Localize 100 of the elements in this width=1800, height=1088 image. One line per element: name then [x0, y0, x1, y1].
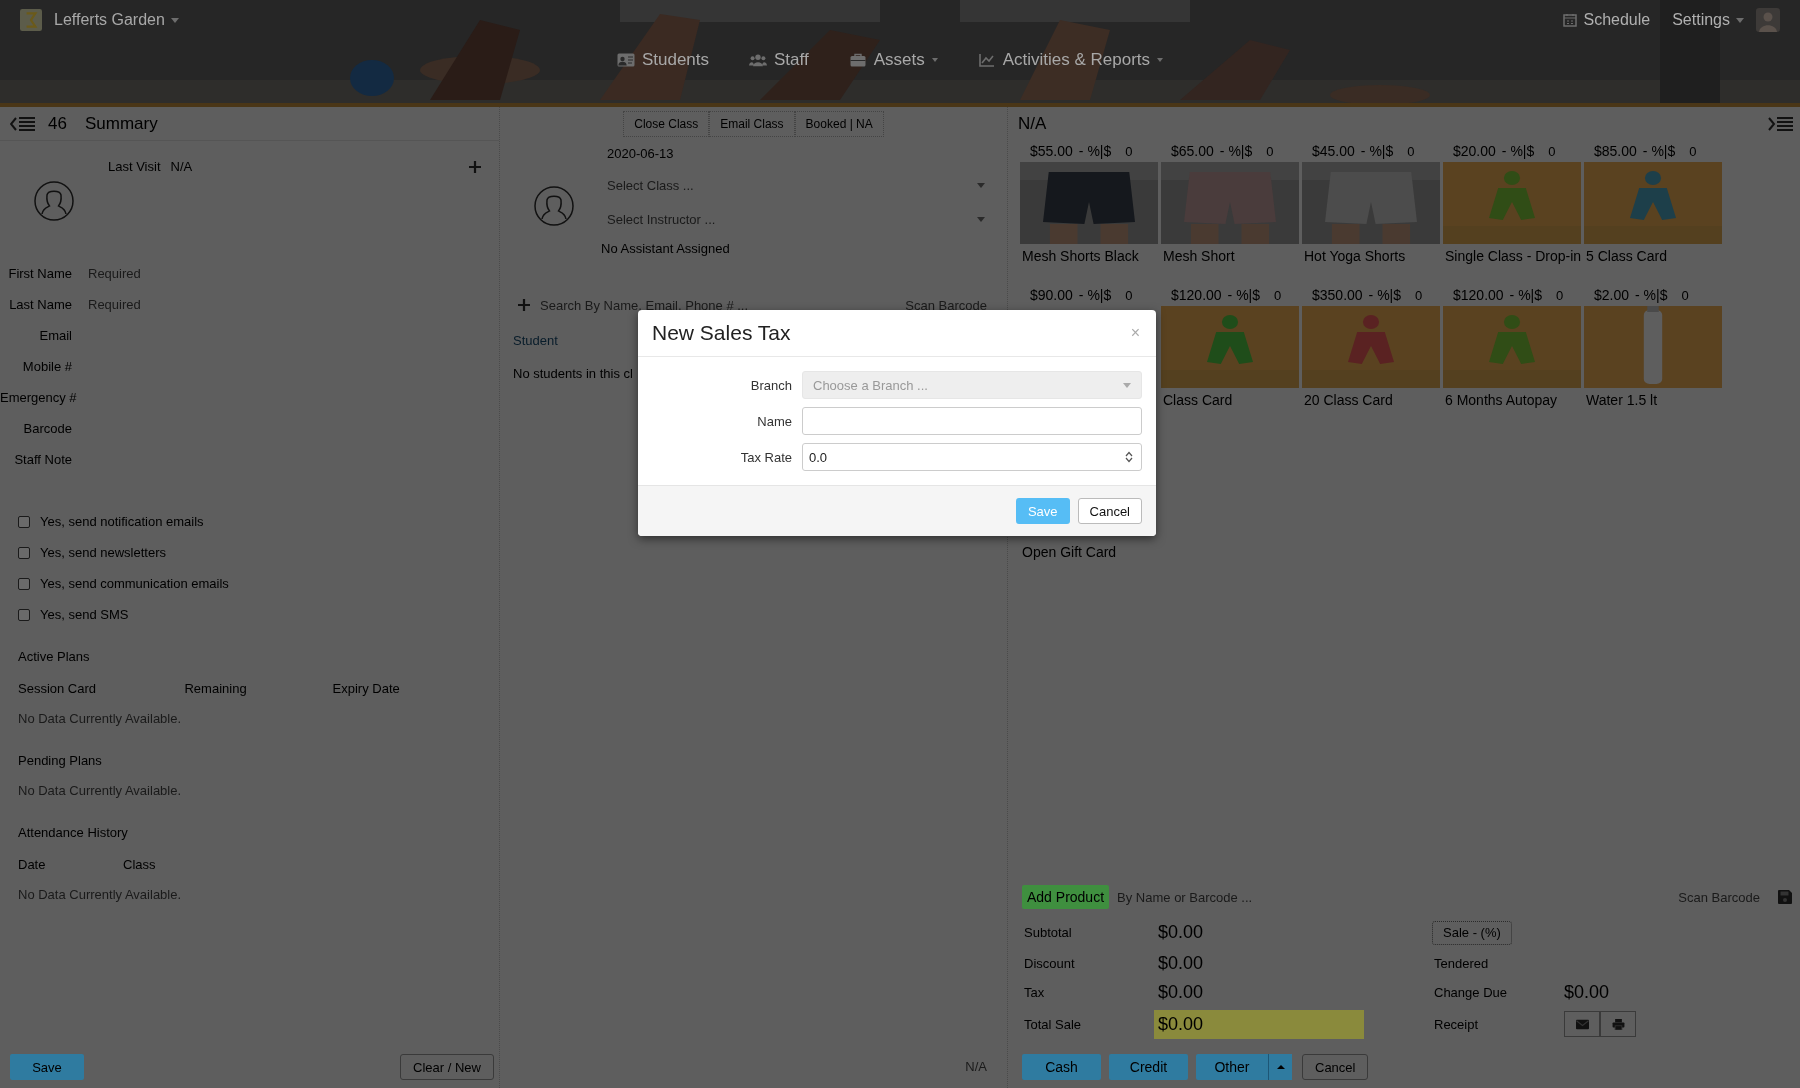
product-price: $20.00 [1453, 143, 1496, 159]
instructor-select[interactable]: Select Instructor ... [607, 202, 987, 236]
discount-toggle[interactable]: - %|$ [1219, 143, 1253, 159]
field-label: Barcode [22, 421, 73, 436]
text-field[interactable]: Required [88, 262, 208, 285]
cash-button[interactable]: Cash [1022, 1054, 1101, 1080]
credit-button[interactable]: Credit [1109, 1054, 1188, 1080]
class-date: 2020-06-13 [607, 145, 675, 163]
envelope-icon [1575, 1018, 1589, 1030]
discount-toggle[interactable]: - %|$ [1227, 287, 1261, 303]
settings-menu[interactable]: Settings [1672, 11, 1730, 29]
add-product-button[interactable]: Add Product [1022, 885, 1110, 909]
checkbox[interactable] [18, 608, 30, 621]
option-label: Yes, send newsletters [40, 545, 166, 560]
product-name: Hot Yoga Shorts [1303, 247, 1407, 265]
column-header: Remaining [184, 680, 248, 696]
last-visit-value: N/A [170, 159, 193, 176]
product-price: $85.00 [1594, 143, 1637, 159]
other-payment-button[interactable]: Other [1196, 1054, 1268, 1080]
total-label: Total Sale [1023, 1016, 1083, 1032]
class-action-tab[interactable]: Email Class [709, 110, 795, 137]
schedule-link[interactable]: Schedule [1583, 11, 1651, 29]
tax-rate-field[interactable]: 0.0 [802, 443, 1142, 471]
product-name: 20 Class Card [1303, 391, 1394, 409]
student-search-field[interactable]: Search By Name, Email, Phone # ... [540, 297, 896, 313]
panel-title: Summary [84, 113, 158, 134]
students-tab[interactable]: Students [616, 50, 709, 70]
payment-dropdown-button[interactable] [1268, 1054, 1292, 1080]
discount-toggle[interactable]: - %|$ [1642, 143, 1676, 159]
class-select[interactable]: Select Class ... [607, 168, 987, 202]
discount-toggle[interactable]: - %|$ [1635, 287, 1668, 303]
save-button[interactable]: Save [10, 1054, 84, 1080]
caret-icon [170, 17, 179, 23]
product-quantity: 0 [1681, 287, 1689, 303]
product-price: $65.00 [1171, 143, 1214, 159]
discount-toggle[interactable]: - %|$ [1078, 287, 1112, 303]
product-quantity: 0 [1266, 143, 1274, 159]
product-quantity: 0 [1125, 143, 1133, 159]
assistant-status: No Assistant Assigned [601, 240, 731, 258]
product-name: Water 1.5 lt [1585, 391, 1659, 409]
field-label: Last Name [8, 297, 73, 312]
add-icon[interactable] [469, 161, 481, 173]
staff-tab[interactable]: Staff [749, 50, 809, 70]
class-action-tab[interactable]: Close Class [623, 110, 710, 137]
scan-barcode-field[interactable]: Scan Barcode [905, 297, 987, 313]
logo-icon[interactable] [20, 9, 42, 31]
avatar-icon[interactable] [1756, 8, 1780, 32]
users-icon [749, 53, 767, 67]
gift-card-item[interactable]: Open Gift Card [1022, 544, 1117, 560]
product-quantity: 0 [1407, 143, 1415, 159]
reports-menu[interactable]: Activities & Reports [977, 50, 1164, 70]
text-field[interactable]: Required [88, 293, 208, 316]
close-button[interactable]: × [1128, 324, 1142, 342]
discount-toggle[interactable]: - %|$ [1368, 287, 1402, 303]
discount-toggle[interactable]: - %|$ [1078, 143, 1112, 159]
assets-menu[interactable]: Assets [848, 50, 938, 70]
discount-toggle[interactable]: - %|$ [1501, 143, 1535, 159]
field-label: Email [38, 328, 73, 343]
total-label: Tax [1023, 984, 1046, 1000]
section-title: Active Plans [18, 648, 91, 666]
column-header: Class [123, 856, 157, 872]
option-label: Yes, send communication emails [40, 576, 229, 591]
total-label: Subtotal [1023, 925, 1073, 940]
product-name: Mesh Short [1162, 247, 1236, 265]
name-field[interactable] [802, 407, 1142, 435]
save-icon[interactable] [1778, 890, 1792, 904]
checkbox[interactable] [18, 515, 30, 528]
spinner-icon[interactable] [1125, 451, 1133, 463]
save-button[interactable]: Save [1015, 498, 1070, 524]
product-price: $90.00 [1030, 287, 1073, 303]
cancel-button[interactable]: Cancel [1077, 498, 1142, 524]
empty-message: No Data Currently Available. [18, 886, 183, 904]
caret-icon [1123, 382, 1131, 388]
product-search-field[interactable]: By Name or Barcode ... [1117, 889, 1671, 905]
cancel-sale-button[interactable]: Cancel [1302, 1054, 1369, 1080]
email-receipt-button[interactable] [1564, 1011, 1600, 1037]
dialog-title: New Sales Tax [652, 321, 791, 345]
product-name: Class Card [1162, 391, 1234, 409]
class-action-tab[interactable]: Booked | NA [794, 110, 884, 137]
discount-toggle[interactable]: - %|$ [1360, 143, 1394, 159]
discount-toggle[interactable]: - %|$ [1509, 287, 1543, 303]
print-receipt-button[interactable] [1600, 1011, 1636, 1037]
product-price: $55.00 [1030, 143, 1073, 159]
clear-button[interactable]: Clear / New [400, 1054, 494, 1080]
scan-barcode-field[interactable]: Scan Barcode [1678, 889, 1760, 905]
studio-selector[interactable]: Lefferts Garden [54, 11, 165, 29]
checkbox[interactable] [18, 546, 30, 559]
collapse-list-icon[interactable] [10, 115, 36, 132]
add-icon[interactable] [518, 299, 530, 311]
empty-message: No Data Currently Available. [18, 782, 183, 800]
member-count: 46 [48, 113, 67, 134]
product-quantity: 0 [1125, 287, 1133, 303]
branch-select[interactable]: Choose a Branch ... [802, 371, 1142, 399]
expand-list-icon[interactable] [1768, 115, 1794, 132]
user-avatar-icon [34, 181, 74, 221]
product-price: $120.00 [1453, 287, 1504, 303]
checkbox[interactable] [18, 577, 30, 590]
product-quantity: 0 [1274, 287, 1282, 303]
product-quantity: 0 [1556, 287, 1564, 303]
line-chart-icon [977, 53, 996, 67]
